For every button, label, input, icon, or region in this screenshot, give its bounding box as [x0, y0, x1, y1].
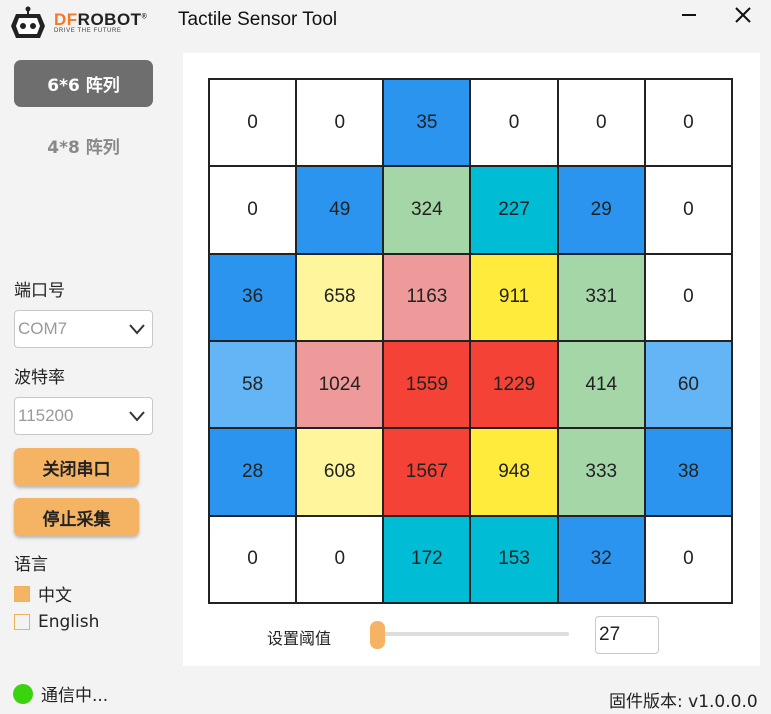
sensor-cell: 324 [383, 166, 471, 254]
sensor-grid: 0 0 35 0 0 0 0 49 324 227 29 0 36 658 1163 911 331 0 58 102… [208, 78, 733, 604]
sensor-cell: 1567 [383, 428, 471, 516]
language-option-english[interactable]: English [14, 612, 99, 632]
sensor-cell: 1229 [470, 341, 558, 429]
sensor-cell: 227 [470, 166, 558, 254]
threshold-label: 设置阈值 [267, 629, 332, 648]
minimize-icon [682, 14, 696, 16]
sensor-cell: 948 [470, 428, 558, 516]
sensor-cell: 32 [557, 515, 645, 603]
sidebar: DFROBOT® DRIVE THE FUTURE 6*6 阵列 4*8 阵列 … [0, 0, 171, 714]
sensor-cell: 331 [557, 253, 645, 341]
threshold-slider-handle[interactable] [370, 621, 385, 649]
sensor-cell: 414 [557, 341, 645, 429]
logo-brand: DFROBOT® [54, 10, 148, 29]
dfrobot-logo: DFROBOT® DRIVE THE FUTURE [8, 6, 168, 40]
sensor-cell: 333 [557, 428, 645, 516]
tab-6x6-array[interactable]: 6*6 阵列 [14, 60, 153, 107]
sensor-cell: 49 [296, 166, 384, 254]
sensor-cell: 0 [644, 253, 732, 341]
sensor-cell: 0 [296, 515, 384, 603]
close-button[interactable] [728, 4, 758, 34]
sensor-cell: 0 [209, 79, 297, 167]
status-text: 通信中... [41, 686, 109, 706]
sensor-cell: 0 [644, 79, 732, 167]
language-option-label: English [38, 612, 100, 632]
threshold-input[interactable]: 27 [595, 616, 659, 654]
sensor-cell: 658 [296, 253, 384, 341]
sensor-cell: 36 [209, 253, 297, 341]
sensor-cell: 60 [644, 341, 732, 429]
language-option-label: 中文 [38, 586, 72, 606]
firmware-version: 固件版本: v1.0.0.0 [609, 692, 758, 712]
sensor-cell: 608 [296, 428, 384, 516]
chevron-down-icon [129, 411, 145, 422]
port-value: COM7 [18, 319, 68, 338]
close-icon [735, 7, 751, 23]
tab-4x8-array[interactable]: 4*8 阵列 [14, 122, 153, 169]
port-label: 端口号 [14, 281, 65, 301]
baud-select[interactable]: 115200 [14, 397, 153, 435]
threshold-slider-track[interactable] [376, 632, 569, 636]
robot-icon [11, 6, 45, 38]
close-port-button[interactable]: 关闭串口 [14, 448, 139, 486]
sensor-cell: 1559 [383, 341, 471, 429]
logo-tagline: DRIVE THE FUTURE [54, 28, 122, 34]
sensor-cell: 172 [383, 515, 471, 603]
sensor-cell: 0 [470, 79, 558, 167]
language-label: 语言 [14, 555, 48, 575]
sensor-cell: 1024 [296, 341, 384, 429]
sensor-cell: 0 [209, 515, 297, 603]
sensor-cell: 0 [557, 79, 645, 167]
status-indicator-icon [13, 683, 33, 704]
minimize-button[interactable] [674, 4, 704, 34]
sensor-cell: 58 [209, 341, 297, 429]
sensor-cell: 0 [296, 79, 384, 167]
sensor-cell: 0 [644, 515, 732, 603]
baud-value: 115200 [18, 406, 74, 425]
stop-collect-button[interactable]: 停止采集 [14, 498, 139, 536]
sensor-cell: 0 [644, 166, 732, 254]
sensor-cell: 911 [470, 253, 558, 341]
baud-label: 波特率 [14, 368, 65, 388]
sensor-cell: 153 [470, 515, 558, 603]
sensor-cell: 35 [383, 79, 471, 167]
title-bar: Tactile Sensor Tool [171, 0, 771, 40]
sensor-cell: 28 [209, 428, 297, 516]
checkbox-checked[interactable] [14, 585, 30, 602]
sensor-cell: 29 [557, 166, 645, 254]
sensor-cell: 1163 [383, 253, 471, 341]
chevron-down-icon [129, 324, 145, 335]
language-option-chinese[interactable]: 中文 [14, 581, 72, 606]
checkbox-unchecked[interactable] [14, 614, 30, 630]
sensor-cell: 38 [644, 428, 732, 516]
connection-status: 通信中... [13, 681, 108, 706]
window-title: Tactile Sensor Tool [178, 9, 338, 30]
sensor-cell: 0 [209, 166, 297, 254]
port-select[interactable]: COM7 [14, 310, 153, 348]
